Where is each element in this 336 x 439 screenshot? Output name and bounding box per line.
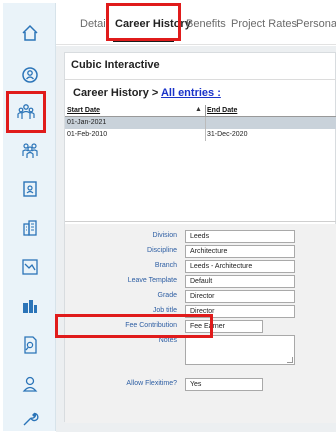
grade-field[interactable]: Director (185, 290, 295, 303)
table-row[interactable]: 01-Feb-2010 31-Dec-2020 (65, 129, 336, 141)
sidebar-item-chart[interactable] (3, 247, 56, 287)
allow-flexitime-label: Allow Flexitime? (126, 380, 177, 387)
sidebar-item-city[interactable] (3, 286, 56, 326)
column-header-end-date[interactable]: End Date (207, 107, 237, 114)
branch-field[interactable]: Leeds - Architecture (185, 260, 295, 273)
grade-label: Grade (157, 292, 177, 299)
divider (65, 221, 336, 222)
sidebar-item-people-active[interactable] (6, 91, 46, 133)
discipline-row: Discipline Architecture (65, 245, 336, 259)
sort-triangle-icon[interactable]: ▲ (195, 106, 202, 113)
employee-card: Cubic Interactive Career History > All e… (64, 52, 336, 423)
home-icon (21, 24, 38, 41)
end-date-cell: 31-Dec-2020 (207, 131, 248, 138)
app-window: Detail Career History Benefits Project R… (0, 0, 336, 436)
notes-textarea[interactable] (185, 335, 295, 365)
tab-personal[interactable]: Personal (296, 3, 336, 45)
main-panel: Cubic Interactive Career History > All e… (56, 46, 336, 432)
discipline-label: Discipline (147, 247, 177, 254)
allow-flexitime-row: Allow Flexitime? Yes (65, 378, 336, 392)
job-title-label: Job title (152, 307, 177, 314)
table-row[interactable]: 01-Jan-2021 (65, 117, 336, 129)
division-label: Division (152, 232, 177, 239)
sidebar (3, 3, 56, 431)
document-search-icon (23, 336, 37, 354)
tab-project-rates[interactable]: Project Rates (231, 3, 297, 45)
column-header-start-date[interactable]: Start Date (67, 107, 100, 114)
city-icon (22, 300, 37, 313)
notes-label: Notes (158, 337, 177, 344)
discipline-field[interactable]: Architecture (185, 245, 295, 258)
leave-template-field[interactable]: Default (185, 275, 295, 288)
divider (65, 79, 336, 80)
search-person-icon (21, 67, 38, 83)
career-history-title: Career History > All entries : (73, 87, 221, 99)
chart-icon (21, 259, 38, 275)
sidebar-item-document-search[interactable] (3, 325, 56, 365)
career-history-title-prefix: Career History > (73, 87, 161, 99)
sidebar-item-home[interactable] (3, 13, 56, 53)
wrench-icon (23, 412, 38, 426)
sidebar-item-buildings[interactable] (3, 208, 56, 248)
tab-benefits[interactable]: Benefits (186, 3, 226, 45)
sidebar-item-contact-card[interactable] (3, 169, 56, 209)
career-history-table: Start Date ▲ End Date 01-Jan-2021 01-Feb… (65, 105, 336, 141)
grade-row: Grade Director (65, 290, 336, 304)
branch-row: Branch Leeds - Architecture (65, 260, 336, 274)
branch-label: Branch (154, 262, 177, 269)
division-field[interactable]: Leeds (185, 230, 295, 243)
people-group-icon (17, 104, 35, 119)
sidebar-item-settings[interactable] (3, 399, 56, 439)
tab-highlight-box (106, 3, 181, 41)
contact-card-icon (22, 181, 37, 197)
team-icon (21, 143, 38, 158)
buildings-icon (22, 220, 37, 236)
table-header: Start Date ▲ End Date (65, 105, 336, 117)
sidebar-item-user-badge[interactable] (3, 364, 56, 404)
tab-detail[interactable]: Detail (80, 3, 108, 45)
start-date-cell: 01-Jan-2021 (67, 119, 107, 126)
sidebar-item-team[interactable] (3, 130, 56, 170)
division-row: Division Leeds (65, 230, 336, 244)
all-entries-link[interactable]: All entries : (161, 87, 221, 99)
leave-template-row: Leave Template Default (65, 275, 336, 289)
start-date-cell: 01-Feb-2010 (67, 131, 108, 138)
allow-flexitime-field[interactable]: Yes (185, 378, 263, 391)
resize-grip-icon[interactable] (287, 357, 293, 363)
flexitime-highlight-box (55, 314, 213, 338)
company-name: Cubic Interactive (71, 59, 160, 71)
leave-template-label: Leave Template (127, 277, 177, 284)
tab-bar: Detail Career History Benefits Project R… (56, 3, 336, 45)
user-badge-icon (22, 376, 37, 392)
sidebar-item-search-person[interactable] (3, 55, 56, 95)
